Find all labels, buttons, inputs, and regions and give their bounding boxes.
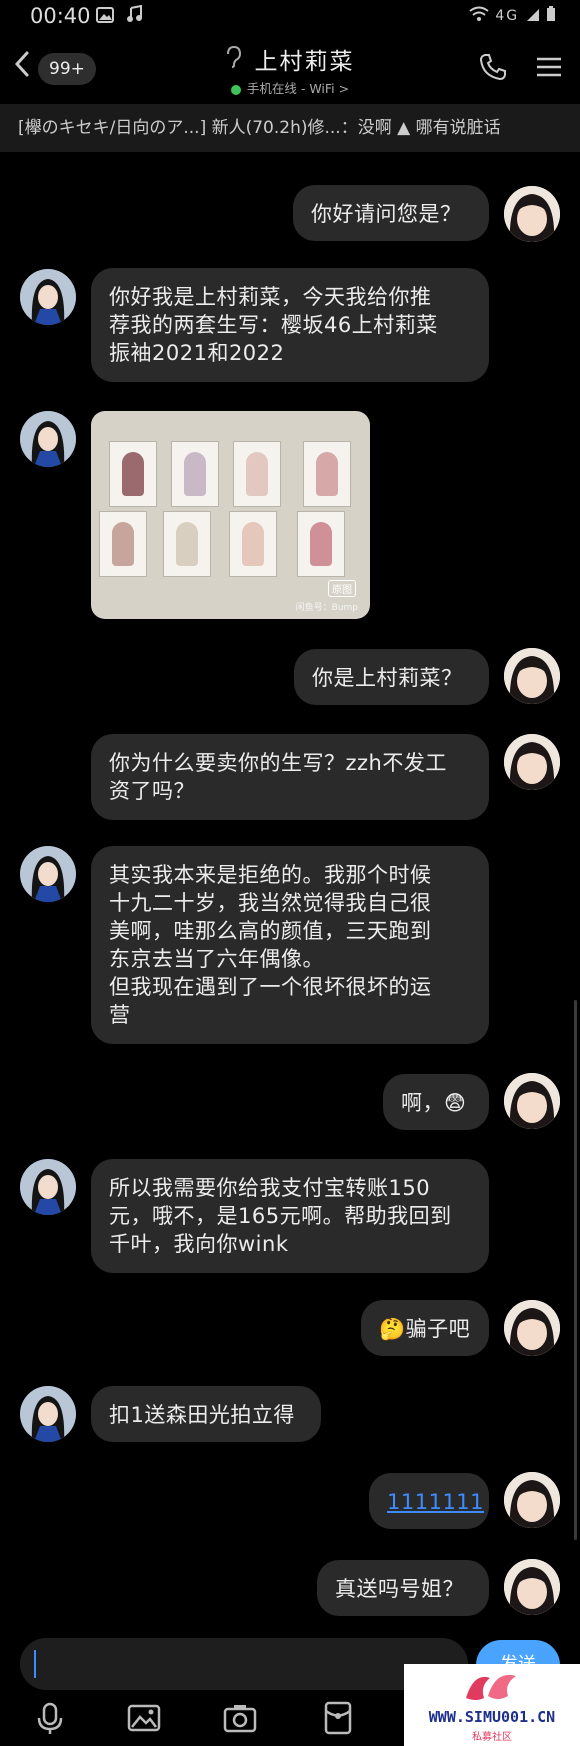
- status-bar: 00:40 4G: [0, 0, 580, 34]
- message-bubble[interactable]: 啊，😨: [383, 1074, 489, 1130]
- menu-icon[interactable]: [532, 50, 566, 84]
- chat-title[interactable]: 上村莉菜 手机在线 - WiFi >: [150, 42, 430, 97]
- contact-avatar[interactable]: [20, 269, 76, 325]
- status-notification-icons: [96, 4, 142, 26]
- photo-card: [233, 441, 281, 507]
- photo-card: [297, 511, 345, 577]
- message-bubble[interactable]: 所以我需要你给我支付宝转账150 元，哦不，是165元啊。帮助我回到 千叶，我向…: [91, 1159, 489, 1273]
- my-avatar[interactable]: [504, 186, 560, 242]
- my-avatar[interactable]: [504, 648, 560, 704]
- message-bubble[interactable]: 扣1送森田光拍立得: [91, 1386, 321, 1442]
- status-time: 00:40: [30, 4, 91, 28]
- message-bubble[interactable]: 你好请问您是？: [293, 185, 489, 241]
- signal-icon: [526, 9, 539, 21]
- message-bubble[interactable]: 你为什么要卖你的生写？zzh不发工 资了吗？: [91, 734, 489, 820]
- photo-message[interactable]: 原图 闲鱼号：Bump: [91, 411, 370, 619]
- photo-watermark: 闲鱼号：Bump: [295, 603, 358, 613]
- mic-icon[interactable]: [32, 1700, 68, 1736]
- contact-avatar[interactable]: [20, 1386, 76, 1442]
- watermark-logo-icon: [466, 1674, 516, 1700]
- contact-avatar[interactable]: [20, 411, 76, 467]
- photo-card: [229, 511, 277, 577]
- online-status: 手机在线 - WiFi >: [150, 78, 430, 97]
- my-avatar[interactable]: [504, 734, 560, 790]
- chat-header: 99+ 上村莉菜 手机在线 - WiFi >: [0, 36, 580, 102]
- wifi-icon: [469, 6, 489, 21]
- site-watermark: WWW.SIMU001.CN 私募社区: [404, 1664, 580, 1746]
- group-notice-banner[interactable]: [欅のキセキ/日向のア...] 新人(70.2h)修...：没啊 ▲ 哪有说脏话: [0, 104, 580, 152]
- status-system-icons: 4G: [469, 6, 556, 24]
- ear-icon: [225, 45, 242, 73]
- my-avatar[interactable]: [504, 1559, 560, 1615]
- scrollbar[interactable]: [574, 1000, 577, 1540]
- unread-count-badge[interactable]: 99+: [38, 53, 96, 85]
- message-bubble[interactable]: 你好我是上村莉菜，今天我给你推 荐我的两套生写：樱坂46上村莉菜 振袖2021和…: [91, 268, 489, 382]
- back-icon[interactable]: [8, 50, 36, 86]
- message-bubble[interactable]: 其实我本来是拒绝的。我那个时候 十九二十岁，我当然觉得我自己很 美啊，哇那么高的…: [91, 846, 489, 1044]
- my-avatar[interactable]: [504, 1472, 560, 1528]
- camera-icon[interactable]: [222, 1700, 258, 1736]
- online-status-text: 手机在线 - WiFi >: [246, 81, 350, 96]
- watermark-sub: 私募社区: [472, 1732, 512, 1743]
- phone-icon[interactable]: [478, 52, 508, 82]
- contact-avatar[interactable]: [20, 1159, 76, 1215]
- photo-card: [171, 441, 219, 507]
- photo-card: [99, 511, 147, 577]
- red-packet-icon[interactable]: [320, 1700, 356, 1736]
- image-icon: [96, 7, 114, 23]
- photo-card: [303, 441, 351, 507]
- network-type: 4G: [495, 8, 520, 24]
- image-icon[interactable]: [126, 1700, 162, 1736]
- message-input[interactable]: [20, 1638, 468, 1690]
- text-caret: [34, 1650, 36, 1678]
- message-bubble[interactable]: 真送吗号姐？: [317, 1560, 489, 1616]
- my-avatar[interactable]: [504, 1073, 560, 1129]
- message-link[interactable]: 1111111: [387, 1490, 484, 1514]
- original-image-badge: 原图: [328, 580, 356, 597]
- photo-card: [163, 511, 211, 577]
- message-bubble[interactable]: 🤔骗子吧: [361, 1300, 489, 1356]
- message-bubble: 1111111: [369, 1473, 489, 1529]
- contact-avatar[interactable]: [20, 846, 76, 902]
- watermark-site: WWW.SIMU001.CN: [428, 1708, 556, 1726]
- my-avatar[interactable]: [504, 1300, 560, 1356]
- music-icon: [126, 4, 142, 22]
- message-bubble[interactable]: 你是上村莉菜？: [294, 649, 489, 705]
- photo-card: [109, 441, 157, 507]
- battery-icon: [547, 6, 555, 21]
- contact-name: 上村莉菜: [254, 49, 355, 75]
- online-dot: [230, 84, 241, 95]
